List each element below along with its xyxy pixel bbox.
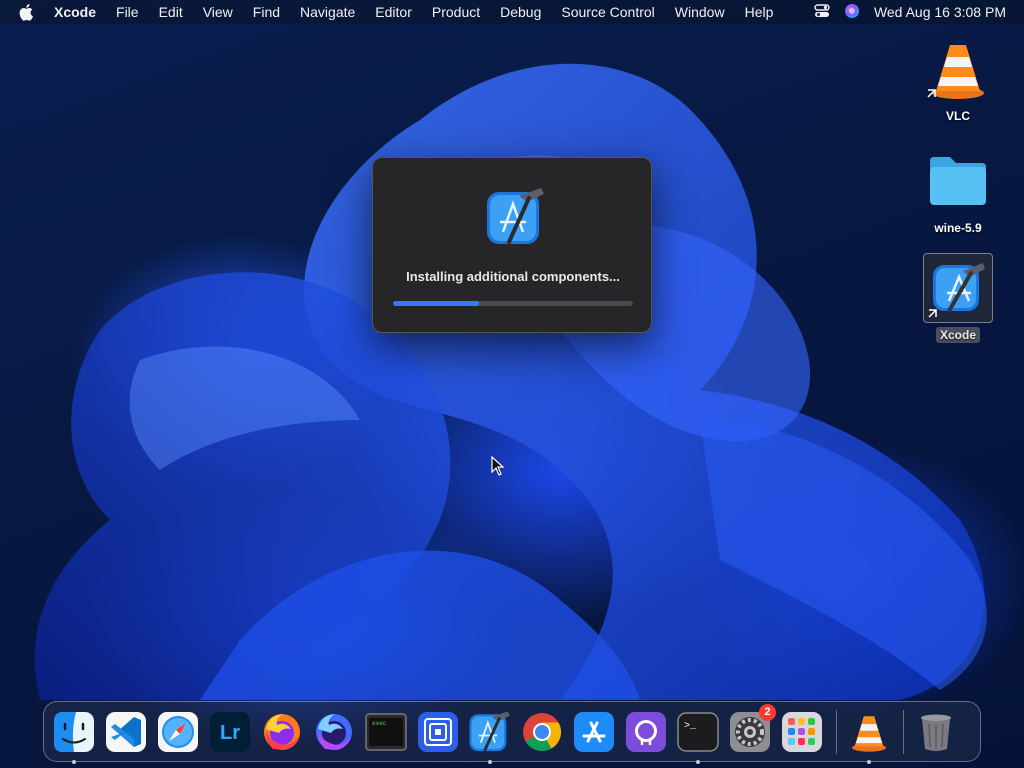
menu-view[interactable]: View bbox=[193, 0, 243, 24]
xcode-icon bbox=[469, 710, 510, 751]
dock-firefox-developer[interactable] bbox=[312, 710, 356, 754]
menu-help[interactable]: Help bbox=[735, 0, 784, 24]
svg-text:>_: >_ bbox=[684, 721, 697, 732]
dock-simulator[interactable] bbox=[416, 710, 460, 754]
folder-icon bbox=[923, 146, 993, 216]
svg-text:exec: exec bbox=[372, 720, 387, 727]
xcode-icon bbox=[485, 186, 545, 246]
dock-trash[interactable] bbox=[914, 710, 958, 754]
desktop-icon-vlc[interactable]: VLC bbox=[918, 34, 998, 124]
wallpaper-bloom-art bbox=[34, 63, 987, 701]
vlc-cone-icon bbox=[851, 715, 887, 752]
menu-edit[interactable]: Edit bbox=[149, 0, 193, 24]
running-indicator bbox=[72, 759, 76, 764]
xcode-icon bbox=[923, 253, 993, 323]
menu-window[interactable]: Window bbox=[665, 0, 735, 24]
dock-console[interactable]: exec bbox=[364, 710, 408, 754]
install-components-dialog: Installing additional components... bbox=[372, 157, 652, 333]
launchpad-icon bbox=[782, 711, 822, 752]
lightroom-icon: Lr bbox=[210, 711, 250, 752]
vlc-cone-icon bbox=[923, 34, 993, 104]
menu-product[interactable]: Product bbox=[422, 0, 490, 24]
trash-icon bbox=[921, 714, 951, 751]
desktop-icon-wine-folder[interactable]: wine-5.9 bbox=[918, 146, 998, 236]
github-icon bbox=[626, 711, 666, 752]
menu-file[interactable]: File bbox=[106, 0, 149, 24]
dock-vscode[interactable] bbox=[104, 710, 148, 754]
dock-xcode[interactable] bbox=[468, 710, 512, 764]
firefox-dev-icon bbox=[316, 713, 352, 750]
running-indicator bbox=[488, 759, 492, 764]
dock: Lr exec >_ 2 bbox=[43, 701, 981, 764]
menu-navigate[interactable]: Navigate bbox=[290, 0, 365, 24]
dock-safari[interactable] bbox=[156, 710, 200, 754]
terminal-icon: >_ bbox=[677, 711, 719, 752]
simulator-icon bbox=[418, 711, 458, 752]
vscode-icon bbox=[106, 711, 146, 752]
dock-vlc[interactable] bbox=[847, 710, 891, 764]
menu-source-control[interactable]: Source Control bbox=[551, 0, 664, 24]
desktop-icon-label-vlc: VLC bbox=[946, 109, 970, 123]
install-progress-fill bbox=[393, 301, 480, 306]
app-store-icon bbox=[574, 711, 614, 752]
dock-firefox[interactable] bbox=[260, 710, 304, 754]
control-center-icon[interactable] bbox=[814, 3, 830, 21]
dock-lightroom[interactable]: Lr bbox=[208, 710, 252, 754]
install-progress-bar bbox=[393, 301, 633, 306]
dock-separator bbox=[836, 709, 837, 754]
siri-icon[interactable] bbox=[844, 3, 860, 22]
desktop-wallpaper bbox=[0, 0, 1024, 768]
menu-app-name[interactable]: Xcode bbox=[50, 0, 106, 24]
menu-editor[interactable]: Editor bbox=[365, 0, 422, 24]
console-icon: exec bbox=[365, 712, 407, 751]
notification-badge: 2 bbox=[759, 703, 776, 721]
dock-separator bbox=[903, 709, 904, 754]
install-status-text: Installing additional components... bbox=[406, 269, 620, 284]
menu-debug[interactable]: Debug bbox=[490, 0, 551, 24]
desktop-icon-label-wine: wine-5.9 bbox=[934, 221, 982, 235]
firefox-icon bbox=[264, 713, 300, 750]
menu-bar: Xcode File Edit View Find Navigate Edito… bbox=[0, 0, 1024, 24]
dock-terminal[interactable]: >_ bbox=[676, 710, 720, 764]
mouse-cursor-icon bbox=[491, 455, 505, 481]
dock-chrome[interactable] bbox=[520, 710, 564, 754]
menu-clock[interactable]: Wed Aug 16 3:08 PM bbox=[874, 4, 1006, 20]
svg-text:Lr: Lr bbox=[220, 722, 240, 744]
menu-find[interactable]: Find bbox=[243, 0, 290, 24]
dock-app-store[interactable] bbox=[572, 710, 616, 754]
apple-menu-icon[interactable] bbox=[16, 0, 38, 24]
running-indicator bbox=[867, 759, 871, 764]
dock-system-settings[interactable]: 2 bbox=[728, 703, 776, 754]
chrome-icon bbox=[523, 712, 562, 751]
finder-icon bbox=[54, 711, 94, 752]
dock-finder[interactable] bbox=[52, 710, 96, 764]
dock-github-desktop[interactable] bbox=[624, 710, 668, 754]
dock-launchpad[interactable] bbox=[780, 710, 824, 754]
running-indicator bbox=[696, 759, 700, 764]
desktop-icon-xcode[interactable]: Xcode bbox=[918, 253, 998, 343]
desktop-icon-label-xcode: Xcode bbox=[935, 327, 980, 343]
safari-icon bbox=[158, 711, 198, 752]
